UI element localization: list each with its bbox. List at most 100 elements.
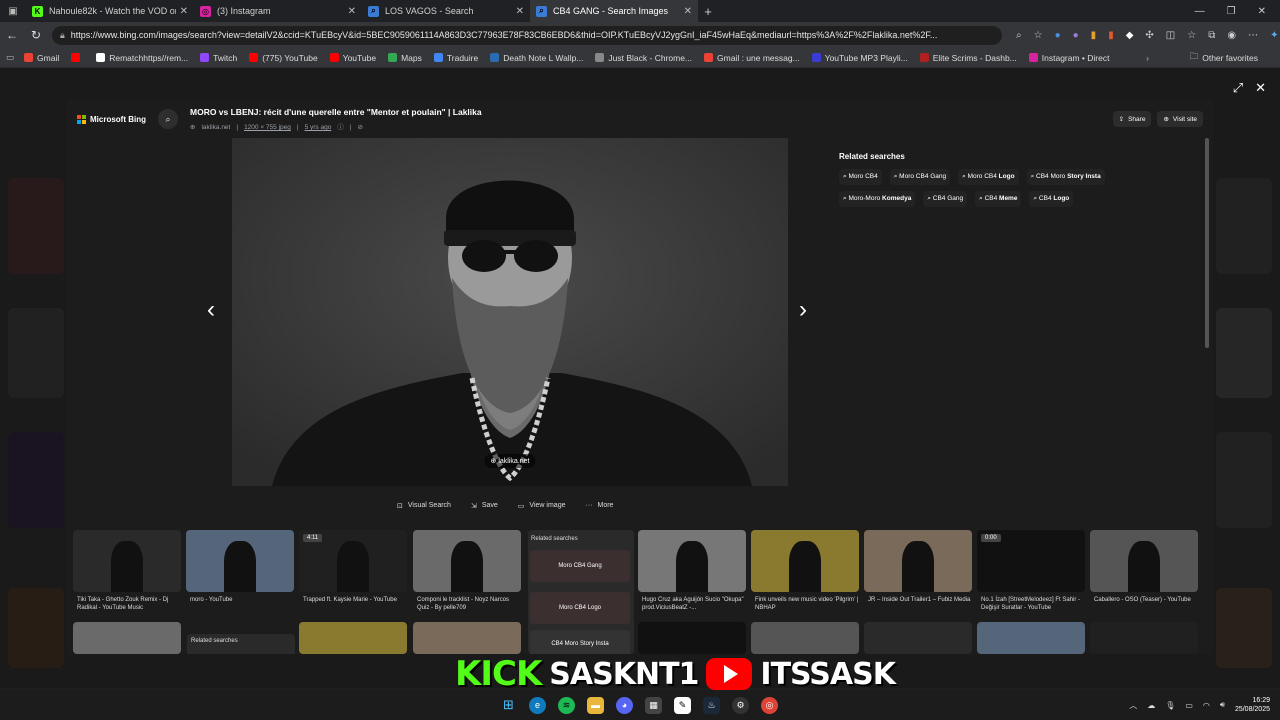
edge-icon[interactable]: e [529,696,546,714]
close-icon[interactable]: ✕ [1255,80,1266,96]
thumbnail-caption[interactable]: moro - YouTube [190,596,294,604]
close-tab-icon[interactable]: ✕ [348,6,356,17]
thumbnail[interactable]: 0:00 [977,530,1085,592]
scrollbar[interactable] [1205,138,1209,348]
related-search-chip[interactable]: ⌕ Moro CB4 Logo [958,169,1019,185]
action-visual-search[interactable]: ⊡ Visual Search [397,502,451,510]
thumbnail[interactable] [864,622,972,654]
close-tab-icon[interactable]: ✕ [684,6,692,17]
thumbnail-caption[interactable]: Fink unveils new music video 'Pilgrim' |… [755,596,859,612]
main-image[interactable]: ⊕ laklika.net [232,138,788,486]
thumbnail[interactable]: 4:11 [299,530,407,592]
bookmark[interactable]: Gmail : une messag... [704,53,800,63]
volume-icon[interactable]: 🔊︎ [1220,700,1225,710]
bookmark[interactable]: Maps [388,53,422,63]
clock[interactable]: 16:29 25/08/2025 [1235,696,1270,714]
thumbnail-caption[interactable]: Componi le tracklist - Noyz Narcos Quiz … [417,596,521,612]
thumbnail[interactable] [1090,530,1198,592]
thumbnail-caption[interactable]: Trapped ft. Kaysie Marie - YouTube [303,596,407,604]
new-tab-button[interactable]: + [698,4,718,19]
wifi-icon[interactable]: ◠ [1203,701,1210,710]
bookmark[interactable]: Twitch [200,53,237,63]
tab-actions-icon[interactable]: ▣ [0,6,26,17]
thumbnail[interactable] [413,530,521,592]
thumbnail[interactable] [73,530,181,592]
split-screen-icon[interactable]: ◫ [1166,30,1175,41]
zoom-icon[interactable]: ⌕ [1016,30,1022,41]
favorites-icon[interactable]: ☆ [1187,30,1196,41]
windows-start-icon[interactable]: ⊞ [500,697,517,714]
close-tab-icon[interactable]: ✕ [516,6,524,17]
close-window-icon[interactable]: ✕ [1258,6,1266,17]
thumbnail[interactable] [864,530,972,592]
copilot-icon[interactable]: ✦ [1270,30,1278,41]
collections-icon[interactable]: ⧉ [1208,30,1215,41]
other-favorites[interactable]: 🗀 Other favorites [1190,51,1268,65]
related-card-item[interactable]: Moro CB4 Gang [530,550,630,582]
related-search-chip[interactable]: ⌕ Moro CB4 [839,169,882,185]
related-search-chip[interactable]: ⌕ CB4 Meme [975,191,1022,207]
chevron-right-icon[interactable]: › [1146,53,1149,63]
visit-site-button[interactable]: ⊕ Visit site [1157,111,1203,127]
extension-icon[interactable]: ● [1055,30,1061,41]
discord-icon[interactable]: ◕ [616,696,633,714]
favorite-star-icon[interactable]: ☆ [1034,30,1043,41]
image-source-badge[interactable]: ⊕ laklika.net [484,454,536,468]
thumbnail-caption[interactable]: JR – Inside Out Trailer1 – Fubiz Media [868,596,972,604]
bookmark[interactable]: YouTube [329,53,376,63]
action-save[interactable]: ⇲ Save [471,502,498,510]
related-search-chip[interactable]: ⌕ Moro-Moro Komedya [839,191,916,207]
thumbnail[interactable] [73,622,181,654]
bookmark[interactable]: Instagram • Direct [1028,53,1109,63]
chevron-up-icon[interactable]: ︿ [1129,700,1137,711]
maximize-icon[interactable]: ❐ [1227,6,1236,17]
cloud-icon[interactable]: ☁ [1147,701,1155,710]
related-card[interactable]: Related searches Moro CB4 Gang Moro CB4 … [528,530,634,654]
thumbnail[interactable] [413,622,521,654]
steam-icon[interactable]: ♨ [703,696,720,714]
display-icon[interactable]: ▭ [1185,701,1193,710]
thumbnail-caption[interactable]: No.1 İzah [StreetMelodeez] Ft Sahir - De… [981,596,1085,612]
bookmark[interactable]: Traduire [433,53,478,63]
refresh-icon[interactable]: ↻ [24,28,48,42]
related-search-chip[interactable]: ⌕ CB4 Moro Story Insta [1026,169,1105,185]
image-dimensions[interactable]: 1200 × 755 jpeg [244,124,291,131]
expand-icon[interactable]: ⤢ [1233,80,1243,96]
url-field[interactable]: 🔒︎ https://www.bing.com/images/search?vi… [52,25,1002,45]
tab[interactable]: ◎ (3) Instagram ✕ [194,0,362,22]
flag-icon[interactable]: ⊘ [358,124,363,131]
info-icon[interactable]: ⓘ [337,124,344,131]
image-title[interactable]: MORO vs LBENJ: récit d'une querelle entr… [190,107,482,117]
bookmark[interactable]: Gmail [24,53,59,63]
profile-avatar[interactable]: ◉ [1227,30,1236,41]
bing-logo[interactable]: Microsoft Bing [77,114,146,124]
bookmark[interactable]: Elite Scrims - Dashb... [919,53,1017,63]
extension-icon[interactable]: ◆ [1126,30,1134,41]
file-explorer-icon[interactable]: ▬ [587,696,604,714]
thumbnail-caption[interactable]: Hugo Cruz aka Aguijón Sucio "Okupa" prod… [642,596,746,612]
bookmark[interactable]: Rematchhttps//rem... [96,53,188,63]
reading-list-icon[interactable]: ▭ [6,52,14,63]
image-age[interactable]: 5 yrs ago [305,124,332,131]
related-card-item[interactable]: Moro CB4 Logo [530,592,630,624]
site-link[interactable]: laklika.net [201,124,230,131]
related-search-chip[interactable]: ⌕ CB4 Gang [923,191,968,207]
action-view-image[interactable]: ▭ View image [518,502,566,510]
previous-arrow-icon[interactable]: ‹ [207,296,215,324]
back-icon[interactable]: ← [0,28,24,42]
spotify-icon[interactable]: ≋ [558,696,575,714]
related-card[interactable]: Related searches [187,634,295,654]
thumbnail[interactable] [1090,622,1198,654]
store-icon[interactable]: ▦ [645,696,662,714]
related-search-chip[interactable]: ⌕ Moro CB4 Gang [889,169,951,185]
settings-gear-icon[interactable]: ⚙ [732,696,749,714]
bookmark[interactable] [71,53,84,63]
more-menu-icon[interactable]: ⋯ [1248,30,1258,41]
tab[interactable]: ⌕ LOS VAGOS - Search ✕ [362,0,530,22]
related-search-chip[interactable]: ⌕ CB4 Logo [1029,191,1074,207]
thumbnail[interactable] [751,622,859,654]
extension-icon[interactable]: ▮ [1091,30,1097,41]
thumbnail[interactable] [299,622,407,654]
thumbnail[interactable] [638,530,746,592]
next-arrow-icon[interactable]: › [799,296,807,324]
